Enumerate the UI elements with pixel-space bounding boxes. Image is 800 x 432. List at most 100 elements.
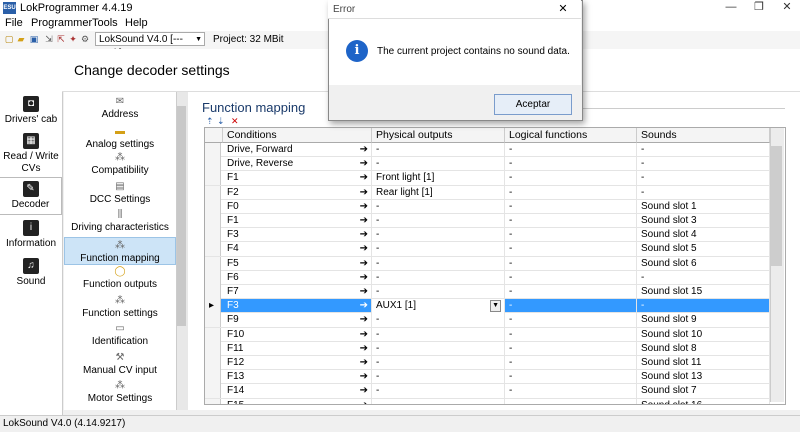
sidebar-item-drivers-cab[interactable]: ◘ Drivers' cab bbox=[0, 96, 62, 126]
category-item-motor-settings[interactable]: ⁂ Motor Settings bbox=[64, 380, 176, 405]
row-header[interactable] bbox=[205, 242, 221, 257]
grid-cell-sound[interactable]: Sound slot 7 bbox=[637, 384, 770, 399]
table-row[interactable]: F10 ➔ - - Sound slot 10 bbox=[205, 327, 770, 342]
row-header[interactable] bbox=[205, 185, 221, 200]
category-item-analog-settings[interactable]: ▬ Analog settings bbox=[64, 126, 176, 151]
grid-cell-condition[interactable]: F9 ➔ bbox=[223, 313, 372, 328]
import-icon[interactable]: ⇲ bbox=[44, 34, 54, 44]
grid-cell-sound[interactable]: - bbox=[637, 157, 770, 172]
category-item-function-outputs[interactable]: ◯ Function outputs bbox=[64, 266, 176, 291]
grid-cell-physical-output[interactable]: - bbox=[372, 270, 505, 285]
export-icon[interactable]: ⇱ bbox=[56, 34, 66, 44]
row-header[interactable] bbox=[205, 313, 221, 328]
grid-cell-logical-function[interactable]: - bbox=[505, 313, 637, 328]
sidebar-item-sound[interactable]: ♫ Sound bbox=[0, 258, 62, 288]
grid-cell-condition[interactable]: F12 ➔ bbox=[223, 356, 372, 370]
grid-cell-sound[interactable]: Sound slot 15 bbox=[637, 285, 770, 299]
category-item-identification[interactable]: ▭ Identification bbox=[64, 323, 176, 348]
grid-cell-sound[interactable]: Sound slot 1 bbox=[637, 199, 770, 214]
menu-help[interactable]: Help bbox=[125, 17, 148, 30]
grid-cell-logical-function[interactable]: - bbox=[505, 398, 637, 404]
minimize-icon[interactable]: — bbox=[718, 0, 744, 16]
grid-cell-condition[interactable]: F0 ➔ bbox=[223, 199, 372, 214]
grid-cell-physical-output[interactable]: - bbox=[372, 341, 505, 356]
grid-cell-physical-output[interactable]: - bbox=[372, 242, 505, 257]
sidebar-item-read-write-cvs[interactable]: ▦ Read / Write CVs bbox=[0, 133, 62, 175]
category-item-function-settings[interactable]: ⁂ Function settings bbox=[64, 295, 176, 320]
table-row[interactable]: ▸ F3 ➔ AUX1 [1] ▼ - - bbox=[205, 299, 770, 314]
grid-cell-sound[interactable]: Sound slot 16 bbox=[637, 398, 770, 404]
category-item-address[interactable]: ✉ Address bbox=[64, 96, 176, 121]
grid-cell-condition[interactable]: F7 ➔ bbox=[223, 285, 372, 299]
grid-cell-sound[interactable]: Sound slot 4 bbox=[637, 228, 770, 243]
table-row[interactable]: F11 ➔ - - Sound slot 8 bbox=[205, 341, 770, 356]
table-row[interactable]: F9 ➔ - - Sound slot 9 bbox=[205, 313, 770, 328]
grid-cell-logical-function[interactable]: - bbox=[505, 185, 637, 200]
settings-icon[interactable]: ⚙ bbox=[80, 34, 90, 44]
row-header[interactable] bbox=[205, 398, 221, 404]
category-scrollbar-thumb[interactable] bbox=[177, 106, 186, 326]
table-row[interactable]: F7 ➔ - - Sound slot 15 bbox=[205, 285, 770, 300]
column-header-conditions[interactable]: Conditions bbox=[223, 128, 372, 143]
table-row[interactable]: Drive, Reverse ➔ - - - bbox=[205, 157, 770, 172]
open-icon[interactable]: ▰ bbox=[16, 34, 26, 44]
grid-cell-condition[interactable]: F3 ➔ bbox=[223, 228, 372, 243]
grid-cell-sound[interactable]: Sound slot 5 bbox=[637, 242, 770, 257]
save-icon[interactable]: ▣ bbox=[29, 34, 39, 44]
table-row[interactable]: Drive, Forward ➔ - - - bbox=[205, 143, 770, 158]
grid-cell-physical-output[interactable]: Front light [1] bbox=[372, 171, 505, 186]
stop-icon[interactable]: ✦ bbox=[68, 34, 78, 44]
chevron-down-icon[interactable]: ▼ bbox=[490, 300, 501, 313]
grid-cell-condition[interactable]: F1 ➔ bbox=[223, 214, 372, 228]
grid-cell-condition[interactable]: F3 ➔ bbox=[223, 299, 372, 314]
row-header[interactable]: ▸ bbox=[205, 299, 221, 314]
row-header[interactable] bbox=[205, 270, 221, 285]
restore-icon[interactable]: ❐ bbox=[746, 0, 772, 16]
grid-cell-logical-function[interactable]: - bbox=[505, 256, 637, 271]
grid-cell-sound[interactable]: - bbox=[637, 143, 770, 157]
grid-cell-physical-output[interactable]: - bbox=[372, 285, 505, 299]
grid-cell-sound[interactable]: Sound slot 8 bbox=[637, 341, 770, 356]
close-icon[interactable]: ✕ bbox=[774, 0, 800, 16]
category-item-manual-cv-input[interactable]: ⚒ Manual CV input bbox=[64, 352, 176, 377]
grid-cell-physical-output[interactable]: - bbox=[372, 157, 505, 172]
grid-cell-physical-output[interactable]: AUX1 [1] ▼ bbox=[372, 299, 505, 314]
grid-cell-condition[interactable]: F2 ➔ bbox=[223, 185, 372, 200]
menu-tools[interactable]: Tools bbox=[92, 17, 118, 30]
table-row[interactable]: F15 ➔ - - Sound slot 16 bbox=[205, 398, 770, 404]
category-item-function-mapping[interactable]: ⁂ Function mapping bbox=[64, 237, 176, 265]
move-up-icon[interactable]: ⇡ bbox=[206, 116, 214, 126]
menu-file[interactable]: File bbox=[5, 17, 23, 30]
grid-cell-sound[interactable]: Sound slot 13 bbox=[637, 370, 770, 385]
grid-cell-physical-output[interactable]: - bbox=[372, 199, 505, 214]
grid-cell-sound[interactable]: - bbox=[637, 171, 770, 186]
dialog-close-button[interactable]: ✕ bbox=[548, 1, 578, 17]
grid-cell-physical-output[interactable]: - bbox=[372, 398, 505, 404]
grid-cell-physical-output[interactable]: - bbox=[372, 370, 505, 385]
table-row[interactable]: F1 ➔ Front light [1] - - bbox=[205, 171, 770, 186]
grid-cell-logical-function[interactable]: - bbox=[505, 143, 637, 157]
grid-cell-logical-function[interactable]: - bbox=[505, 299, 637, 314]
table-row[interactable]: F6 ➔ - - - bbox=[205, 270, 770, 285]
decoder-select[interactable]: LokSound V4.0 [--- MBit] ▼ bbox=[95, 32, 205, 59]
grid-cell-physical-output[interactable]: - bbox=[372, 228, 505, 243]
grid-cell-physical-output[interactable]: - bbox=[372, 256, 505, 271]
table-row[interactable]: F4 ➔ - - Sound slot 5 bbox=[205, 242, 770, 257]
grid-cell-logical-function[interactable]: - bbox=[505, 341, 637, 356]
delete-icon[interactable]: ✕ bbox=[231, 116, 239, 126]
grid-cell-condition[interactable]: F11 ➔ bbox=[223, 341, 372, 356]
column-header-sounds[interactable]: Sounds bbox=[637, 128, 770, 143]
grid-scrollbar-thumb[interactable] bbox=[771, 146, 782, 266]
grid-cell-condition[interactable]: F14 ➔ bbox=[223, 384, 372, 399]
row-header[interactable] bbox=[205, 327, 221, 342]
grid-cell-sound[interactable]: - bbox=[637, 270, 770, 285]
row-header[interactable] bbox=[205, 228, 221, 243]
row-header[interactable] bbox=[205, 285, 221, 299]
grid-cell-logical-function[interactable]: - bbox=[505, 384, 637, 399]
grid-cell-sound[interactable]: Sound slot 6 bbox=[637, 256, 770, 271]
grid-cell-logical-function[interactable]: - bbox=[505, 199, 637, 214]
row-header[interactable] bbox=[205, 199, 221, 214]
grid-cell-logical-function[interactable]: - bbox=[505, 214, 637, 228]
grid-cell-condition[interactable]: F10 ➔ bbox=[223, 327, 372, 342]
sidebar-item-information[interactable]: i Information bbox=[0, 220, 62, 250]
